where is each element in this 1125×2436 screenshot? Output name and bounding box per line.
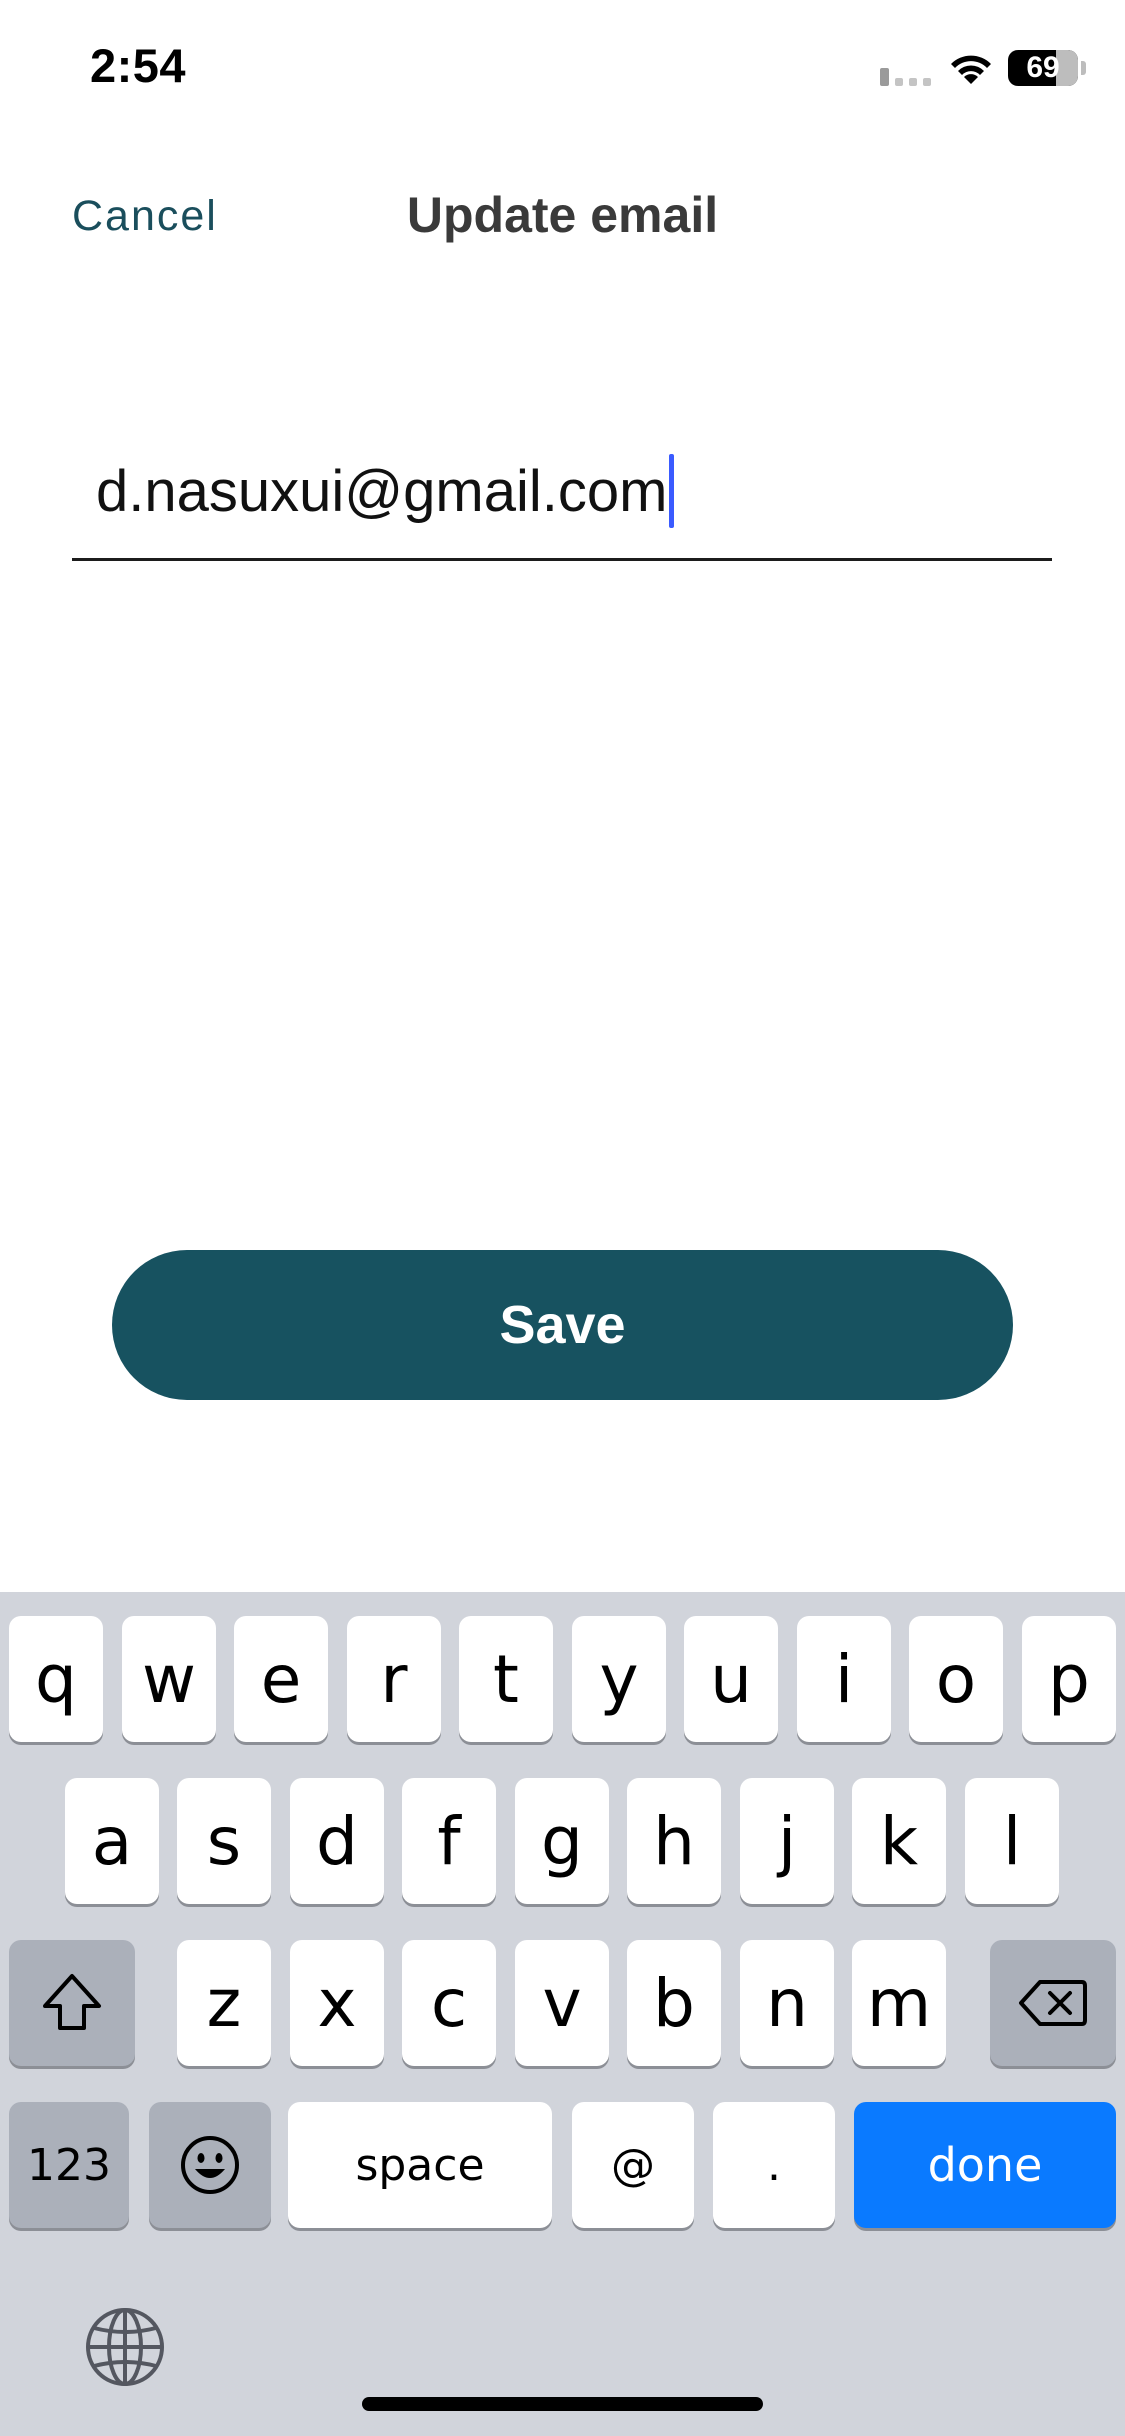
shift-icon (43, 1974, 101, 2030)
key-a[interactable]: a (65, 1778, 159, 1904)
key-c[interactable]: c (402, 1940, 496, 2066)
key-d[interactable]: d (290, 1778, 384, 1904)
globe-icon[interactable] (84, 2306, 166, 2388)
delete-key[interactable] (990, 1940, 1116, 2066)
key-e[interactable]: e (234, 1616, 328, 1742)
key-p[interactable]: p (1022, 1616, 1116, 1742)
key-u[interactable]: u (684, 1616, 778, 1742)
key-z[interactable]: z (177, 1940, 271, 2066)
key-s[interactable]: s (177, 1778, 271, 1904)
dot-key[interactable]: . (713, 2102, 835, 2228)
save-button[interactable]: Save (112, 1250, 1013, 1400)
cancel-button[interactable]: Cancel (72, 192, 218, 241)
email-field-container: d.nasuxui@gmail.com (96, 454, 675, 528)
key-o[interactable]: o (909, 1616, 1003, 1742)
at-key[interactable]: @ (572, 2102, 694, 2228)
key-q[interactable]: q (9, 1616, 103, 1742)
key-i[interactable]: i (797, 1616, 891, 1742)
key-k[interactable]: k (852, 1778, 946, 1904)
text-cursor (669, 454, 675, 528)
key-h[interactable]: h (627, 1778, 721, 1904)
key-r[interactable]: r (347, 1616, 441, 1742)
email-field-value: d.nasuxui@gmail.com (96, 458, 668, 524)
wifi-icon (951, 55, 991, 84)
numbers-key[interactable]: 123 (9, 2102, 129, 2228)
battery-nub (1081, 61, 1086, 75)
space-key[interactable]: space (288, 2102, 552, 2228)
keyboard: q w e r t y u i o p a s d f g h j k l z … (0, 1592, 1125, 2436)
key-g[interactable]: g (515, 1778, 609, 1904)
status-time: 2:54 (90, 39, 187, 92)
key-f[interactable]: f (402, 1778, 496, 1904)
cellular-signal-icon (880, 68, 931, 86)
battery-icon: 69 (1008, 50, 1078, 86)
key-t[interactable]: t (459, 1616, 553, 1742)
emoji-key[interactable] (149, 2102, 271, 2228)
shift-key[interactable] (9, 1940, 135, 2066)
key-b[interactable]: b (627, 1940, 721, 2066)
key-y[interactable]: y (572, 1616, 666, 1742)
key-j[interactable]: j (740, 1778, 834, 1904)
key-n[interactable]: n (740, 1940, 834, 2066)
key-l[interactable]: l (965, 1778, 1059, 1904)
done-key[interactable]: done (854, 2102, 1116, 2228)
email-field[interactable]: d.nasuxui@gmail.com (72, 440, 1052, 561)
key-v[interactable]: v (515, 1940, 609, 2066)
key-x[interactable]: x (290, 1940, 384, 2066)
home-indicator (362, 2397, 763, 2411)
emoji-icon (181, 2136, 239, 2194)
backspace-icon (1019, 1980, 1087, 2026)
battery-percent: 69 (1026, 51, 1060, 84)
key-m[interactable]: m (852, 1940, 946, 2066)
key-w[interactable]: w (122, 1616, 216, 1742)
